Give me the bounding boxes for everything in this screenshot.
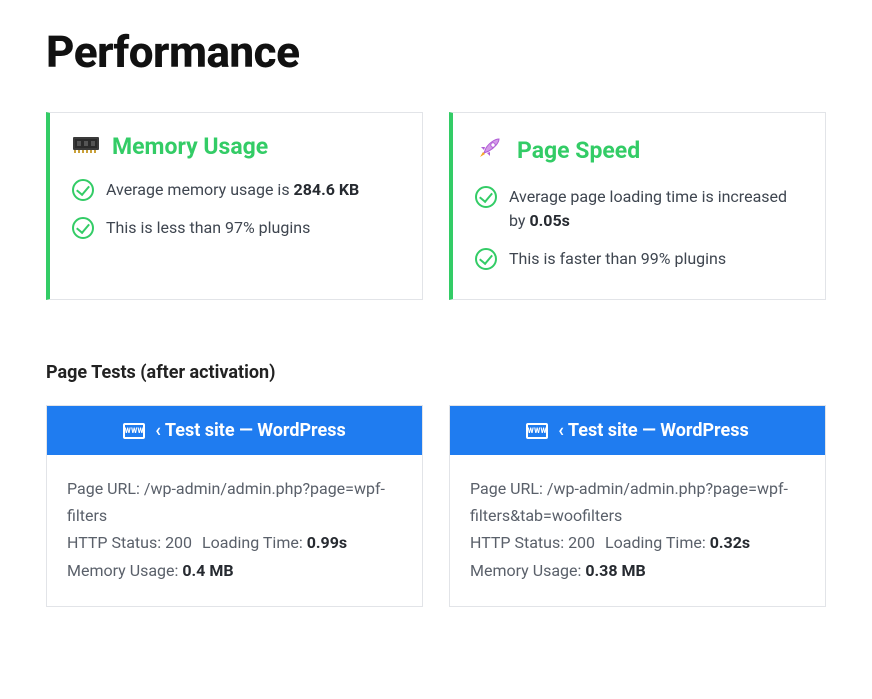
test-card-header: WWW ‹ Test site — WordPress bbox=[450, 406, 825, 455]
text-strong: 284.6 KB bbox=[294, 180, 360, 199]
value: 0.4 MB bbox=[182, 561, 233, 580]
check-icon bbox=[475, 248, 497, 270]
www-icon: WWW bbox=[123, 423, 145, 439]
check-icon bbox=[72, 179, 94, 201]
page-title: Performance bbox=[46, 26, 826, 78]
text-prefix: This is faster than 99% plugins bbox=[509, 249, 726, 268]
http-status: HTTP Status: 200 bbox=[67, 529, 192, 556]
text-prefix: Average memory usage is bbox=[106, 180, 294, 199]
memory-bullet-2-text: This is less than 97% plugins bbox=[106, 216, 310, 240]
memory-usage-card: Memory Usage Average memory usage is 284… bbox=[46, 112, 423, 300]
label: HTTP Status: bbox=[67, 533, 165, 552]
speed-bullet-1: Average page loading time is increased b… bbox=[475, 185, 803, 233]
loading-time: Loading Time: 0.99s bbox=[202, 529, 347, 556]
speed-bullet-2-text: This is faster than 99% plugins bbox=[509, 247, 726, 271]
test-header-label: ‹ Test site — WordPress bbox=[558, 420, 748, 441]
value: 0.38 MB bbox=[585, 561, 645, 580]
text-prefix: This is less than 97% plugins bbox=[106, 218, 310, 237]
label: Memory Usage: bbox=[470, 561, 585, 580]
page-tests-title: Page Tests (after activation) bbox=[46, 362, 826, 383]
speed-bullet-1-text: Average page loading time is increased b… bbox=[509, 185, 803, 233]
label: Memory Usage: bbox=[67, 561, 182, 580]
label: Page URL: bbox=[67, 479, 144, 498]
test-status-row: HTTP Status: 200 Loading Time: 0.99s bbox=[67, 529, 402, 556]
speed-bullet-2: This is faster than 99% plugins bbox=[475, 247, 803, 271]
page-tests-row: WWW ‹ Test site — WordPress Page URL: /w… bbox=[46, 405, 826, 607]
label: Loading Time: bbox=[202, 533, 307, 552]
rocket-icon bbox=[475, 133, 505, 167]
test-card-header: WWW ‹ Test site — WordPress bbox=[47, 406, 422, 455]
speed-card-title: Page Speed bbox=[517, 137, 640, 164]
test-card-body: Page URL: /wp-admin/admin.php?page=wpf-f… bbox=[47, 455, 422, 606]
check-icon bbox=[72, 217, 94, 239]
memory-card-title: Memory Usage bbox=[112, 133, 268, 160]
text-strong: 0.05s bbox=[529, 211, 569, 230]
value: 200 bbox=[165, 533, 192, 552]
value: 0.32s bbox=[710, 533, 750, 552]
www-icon: WWW bbox=[526, 423, 548, 439]
http-status: HTTP Status: 200 bbox=[470, 529, 595, 556]
test-status-row: HTTP Status: 200 Loading Time: 0.32s bbox=[470, 529, 805, 556]
test-card: WWW ‹ Test site — WordPress Page URL: /w… bbox=[46, 405, 423, 607]
label: Page URL: bbox=[470, 479, 547, 498]
memory-bullet-1: Average memory usage is 284.6 KB bbox=[72, 178, 400, 202]
memory-chip-icon bbox=[72, 134, 100, 160]
label: Loading Time: bbox=[605, 533, 710, 552]
test-page-url-row: Page URL: /wp-admin/admin.php?page=wpf-f… bbox=[470, 475, 805, 529]
memory-bullet-2: This is less than 97% plugins bbox=[72, 216, 400, 240]
page-speed-card: Page Speed Average page loading time is … bbox=[449, 112, 826, 300]
value: 200 bbox=[568, 533, 595, 552]
test-memory-row: Memory Usage: 0.38 MB bbox=[470, 557, 805, 584]
loading-time: Loading Time: 0.32s bbox=[605, 529, 750, 556]
test-card-body: Page URL: /wp-admin/admin.php?page=wpf-f… bbox=[450, 455, 825, 606]
performance-cards-row: Memory Usage Average memory usage is 284… bbox=[46, 112, 826, 300]
test-page-url-row: Page URL: /wp-admin/admin.php?page=wpf-f… bbox=[67, 475, 402, 529]
test-card: WWW ‹ Test site — WordPress Page URL: /w… bbox=[449, 405, 826, 607]
check-icon bbox=[475, 186, 497, 208]
label: HTTP Status: bbox=[470, 533, 568, 552]
test-header-label: ‹ Test site — WordPress bbox=[155, 420, 345, 441]
memory-bullet-1-text: Average memory usage is 284.6 KB bbox=[106, 178, 359, 202]
value: 0.99s bbox=[307, 533, 347, 552]
test-memory-row: Memory Usage: 0.4 MB bbox=[67, 557, 402, 584]
